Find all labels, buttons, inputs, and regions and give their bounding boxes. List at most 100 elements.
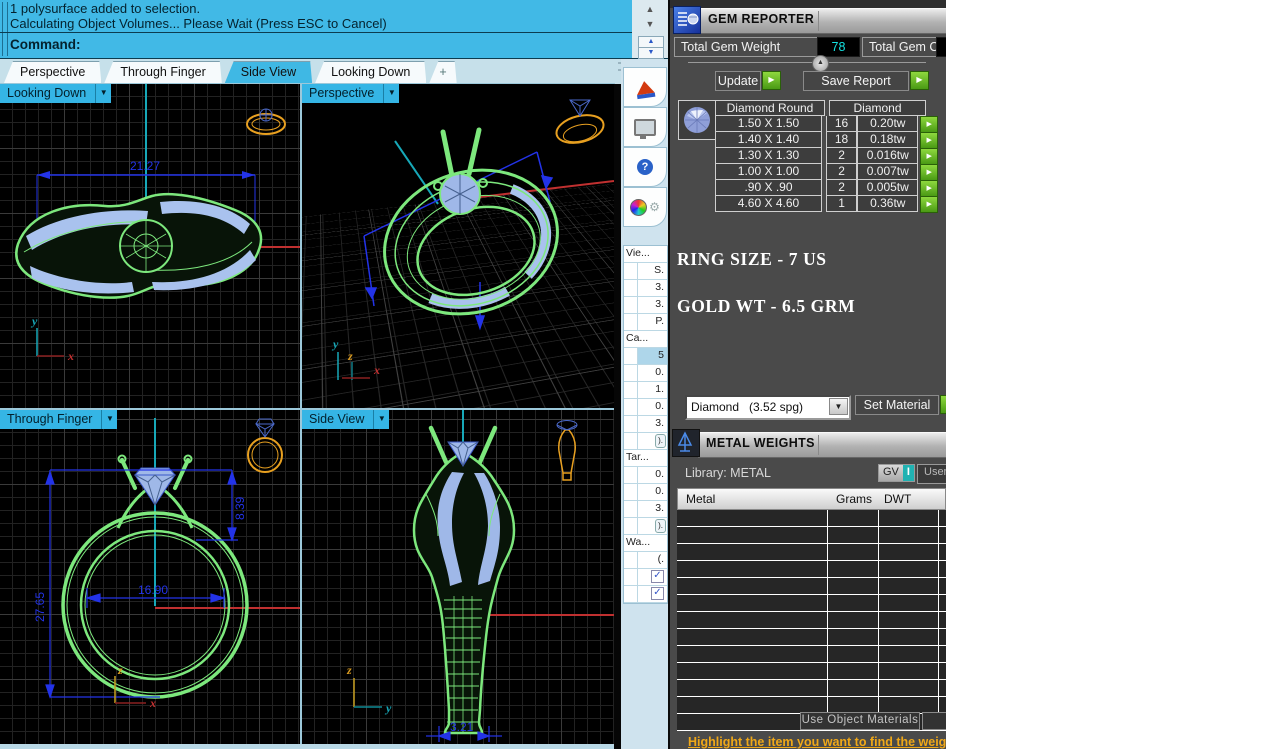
metal-table-row[interactable]: [677, 595, 946, 612]
tab-properties-icon[interactable]: [623, 67, 667, 107]
viewport-looking-down[interactable]: 21.27 y x: [0, 84, 300, 408]
command-spinner-down-icon[interactable]: ▼: [638, 47, 664, 59]
update-go-button[interactable]: ▶: [762, 71, 781, 90]
metal-table-row[interactable]: [677, 544, 946, 561]
gem-row-go-button[interactable]: ▶: [920, 180, 938, 197]
dropdown-arrow-icon[interactable]: ▼: [829, 398, 848, 415]
gem-size-cell: 1.00 X 1.00: [715, 164, 822, 180]
gem-row-go-button[interactable]: ▶: [920, 196, 938, 213]
property-value-field[interactable]: 5: [638, 348, 667, 364]
ring-front-view-drawing: 27.65 8.39 16.90 z x: [0, 410, 300, 744]
property-checkbox[interactable]: ✓: [651, 587, 664, 600]
metal-table-body: [677, 510, 946, 731]
viewport-title-looking-down[interactable]: Looking Down ▼: [0, 84, 111, 103]
gem-row-go-button[interactable]: ▶: [920, 132, 938, 149]
add-viewport-tab[interactable]: +: [429, 61, 456, 83]
property-value-field[interactable]: S.: [638, 263, 667, 279]
property-value-field[interactable]: 0.: [638, 399, 667, 415]
tab-through-finger[interactable]: Through Finger: [104, 61, 221, 83]
total-gem-count-label: Total Gem Count: [862, 37, 946, 57]
material-dropdown[interactable]: Diamond (3.52 spg) ▼: [685, 395, 851, 420]
tab-material-icon[interactable]: ⚙: [623, 187, 667, 227]
gem-row-go-button[interactable]: ▶: [920, 148, 938, 165]
metal-table-row[interactable]: [677, 646, 946, 663]
gem-table-row: .90 X .9020.005tw▶: [715, 180, 938, 196]
dim-width-label: 21.27: [130, 159, 160, 173]
tab-side-view[interactable]: Side View: [225, 61, 312, 83]
property-checkbox-row: ✓: [624, 586, 667, 603]
clipped-button[interactable]: [922, 712, 946, 730]
property-name-cell: [624, 416, 638, 432]
scroll-down-icon[interactable]: ▼: [640, 17, 660, 31]
scroll-up-icon[interactable]: ▲: [640, 2, 660, 16]
command-prompt[interactable]: Command:: [10, 37, 81, 52]
set-material-go-button[interactable]: ▶: [940, 395, 946, 414]
metal-table-row[interactable]: [677, 561, 946, 578]
property-value-field[interactable]: P.: [638, 314, 667, 330]
help-icon: ?: [637, 159, 653, 175]
viewport-menu-icon[interactable]: ▼: [373, 410, 389, 429]
property-row: 0.: [624, 484, 667, 501]
property-row: ).: [624, 433, 667, 450]
command-history-line: Calculating Object Volumes... Please Wai…: [10, 16, 387, 31]
property-row: P.: [624, 314, 667, 331]
property-name-cell: [624, 280, 638, 296]
tab-display-icon[interactable]: [623, 107, 667, 147]
property-value-field[interactable]: 3.: [638, 297, 667, 313]
metal-table-row[interactable]: [677, 578, 946, 595]
property-ellipsis-button[interactable]: ).: [655, 434, 666, 448]
tab-perspective[interactable]: Perspective: [4, 61, 101, 83]
viewport-through-finger[interactable]: 27.65 8.39 16.90 z x Through Finger ▼: [0, 410, 300, 744]
gv-toggle[interactable]: GV I: [878, 464, 915, 482]
metal-table-row[interactable]: [677, 680, 946, 697]
property-row: 0.: [624, 365, 667, 382]
viewport-side-view[interactable]: 3.21 z y Side View ▼: [302, 410, 614, 744]
set-material-button[interactable]: Set Material: [855, 395, 939, 415]
tab-help-icon[interactable]: ?: [623, 147, 667, 187]
use-object-materials-button[interactable]: Use Object Materials: [800, 712, 920, 730]
property-value-field[interactable]: 3.: [638, 501, 667, 517]
viewport-title-perspective[interactable]: Perspective ▼: [302, 84, 399, 103]
material-spg: (3.52 spg): [749, 400, 803, 414]
panel-divider[interactable]: [614, 84, 621, 749]
metal-table-row[interactable]: [677, 527, 946, 544]
save-report-go-button[interactable]: ▶: [910, 71, 929, 90]
command-scrollbar[interactable]: ▲ ▼ ▲ ▼: [632, 0, 668, 59]
metal-table-row[interactable]: [677, 612, 946, 629]
viewport-menu-icon[interactable]: ▼: [95, 84, 111, 103]
viewport-perspective[interactable]: y z x Perspective ▼: [302, 84, 614, 408]
gem-row-go-button[interactable]: ▶: [920, 116, 938, 133]
property-name-cell: [624, 569, 638, 585]
gem-row-go-button[interactable]: ▶: [920, 164, 938, 181]
property-ellipsis-button[interactable]: ).: [655, 519, 666, 533]
user-toggle[interactable]: User: [917, 464, 946, 484]
command-bar-grip[interactable]: [2, 2, 8, 56]
viewport-menu-icon[interactable]: ▼: [101, 410, 117, 429]
property-value-field[interactable]: 3.: [638, 280, 667, 296]
gem-weight-cell: 0.016tw: [857, 148, 918, 164]
property-value-field[interactable]: 1.: [638, 382, 667, 398]
gem-reporter-panel: GEM REPORTER Total Gem Weight 78 Total G…: [670, 0, 946, 749]
ring-style-icon: [248, 438, 282, 472]
property-value-field[interactable]: 0.: [638, 467, 667, 483]
command-history-area[interactable]: 1 polysurface added to selection. Calcul…: [0, 0, 632, 59]
property-value-field[interactable]: 0.: [638, 484, 667, 500]
metal-table-row[interactable]: [677, 663, 946, 680]
viewport-title-through-finger[interactable]: Through Finger ▼: [0, 410, 117, 429]
property-checkbox[interactable]: ✓: [651, 570, 664, 583]
viewport-title-side-view[interactable]: Side View ▼: [302, 410, 389, 429]
property-row: 5: [624, 348, 667, 365]
gem-size-cell: 1.30 X 1.30: [715, 148, 822, 164]
dim-width-label: 3.21: [450, 720, 474, 734]
property-row: ).: [624, 518, 667, 535]
collapse-section-button[interactable]: ▲: [812, 55, 829, 72]
viewport-menu-icon[interactable]: ▼: [383, 84, 399, 103]
save-report-button[interactable]: Save Report: [803, 71, 909, 91]
property-value-field[interactable]: 0.: [638, 365, 667, 381]
property-value-field[interactable]: 3.: [638, 416, 667, 432]
property-value-field[interactable]: (.: [638, 552, 667, 568]
metal-table-row[interactable]: [677, 629, 946, 646]
metal-table-row[interactable]: [677, 510, 946, 527]
tab-looking-down[interactable]: Looking Down: [315, 61, 426, 83]
update-button[interactable]: Update: [715, 71, 761, 91]
